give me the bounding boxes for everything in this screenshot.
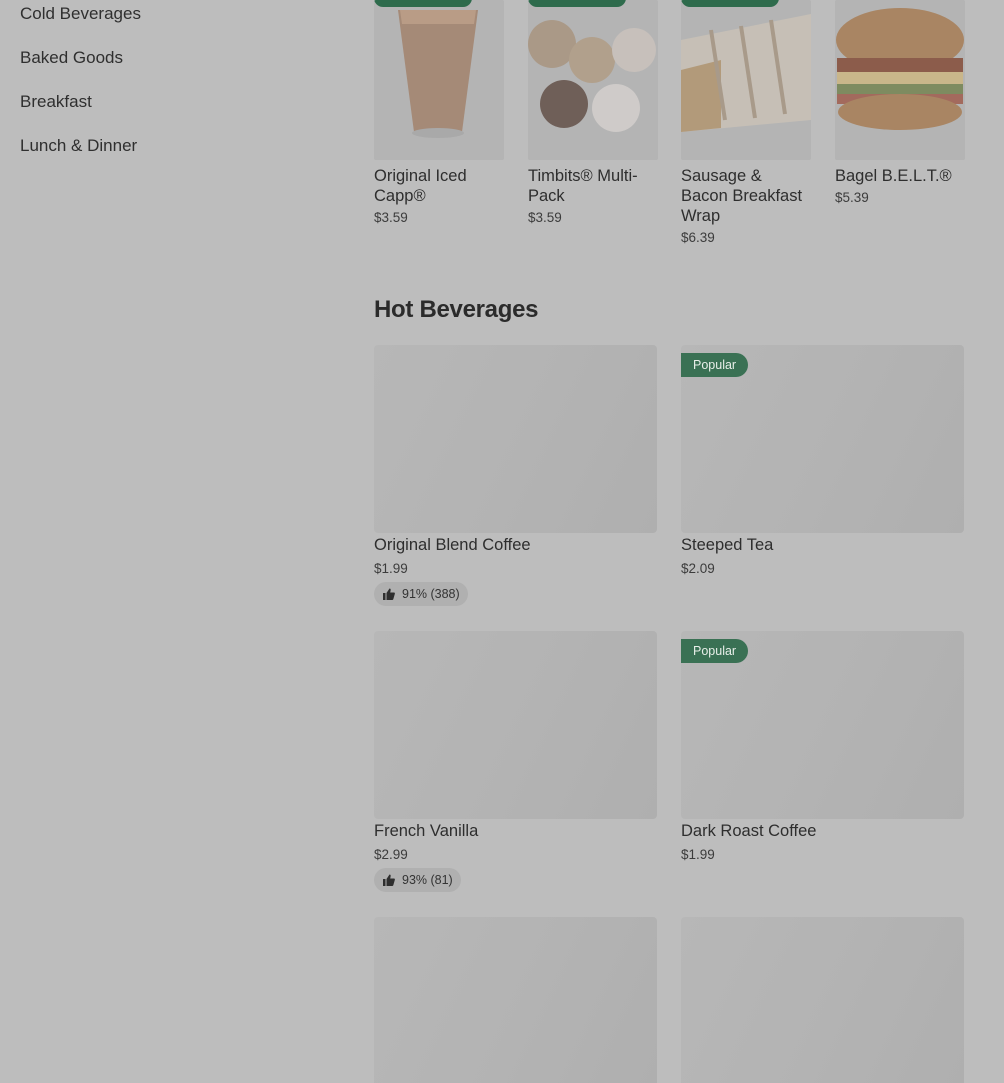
sidebar-item-breakfast[interactable]: Breakfast xyxy=(20,91,92,113)
featured-badge xyxy=(374,0,472,7)
rating-text: 93% (81) xyxy=(402,873,453,887)
rating-badge: 93% (81) xyxy=(374,868,461,892)
menu-item-price: $1.99 xyxy=(374,561,408,576)
section-title-hot-beverages: Hot Beverages xyxy=(374,296,539,323)
menu-item-name: Dark Roast Coffee xyxy=(681,822,817,840)
menu-item-image xyxy=(681,917,964,1083)
featured-item-price: $3.59 xyxy=(528,210,562,225)
featured-item-name: Timbits® Multi-Pack xyxy=(528,167,638,205)
featured-badge xyxy=(528,0,626,7)
menu-item-image xyxy=(374,631,657,819)
menu-item-name: Steeped Tea xyxy=(681,536,774,554)
sidebar-item-lunch-dinner[interactable]: Lunch & Dinner xyxy=(20,135,137,157)
menu-item-price: $2.99 xyxy=(374,847,408,862)
menu-item-price: $1.99 xyxy=(681,847,715,862)
timbits-image xyxy=(528,0,658,160)
menu-item-price: $2.09 xyxy=(681,561,715,576)
iced-capp-image xyxy=(374,0,504,160)
menu-item-image xyxy=(374,345,657,533)
menu-item-name: Original Blend Coffee xyxy=(374,536,531,554)
featured-item-price: $3.59 xyxy=(374,210,408,225)
featured-item-name: Original Iced Capp® xyxy=(374,167,467,205)
featured-badge xyxy=(681,0,779,7)
menu-item-name: French Vanilla xyxy=(374,822,479,840)
thumbs-up-icon xyxy=(382,587,396,601)
bagel-belt-image xyxy=(835,0,965,160)
thumbs-up-icon xyxy=(382,873,396,887)
featured-item-price: $5.39 xyxy=(835,190,869,205)
featured-item-name: Bagel B.E.L.T.® xyxy=(835,167,952,185)
sidebar-item-baked-goods[interactable]: Baked Goods xyxy=(20,47,123,69)
breakfast-wrap-image xyxy=(681,0,811,160)
featured-item-name: Sausage & Bacon Breakfast Wrap xyxy=(681,167,803,225)
menu-item-image xyxy=(374,917,657,1083)
sidebar-item-cold-beverages[interactable]: Cold Beverages xyxy=(20,3,141,25)
featured-item-price: $6.39 xyxy=(681,230,715,245)
rating-badge: 91% (388) xyxy=(374,582,468,606)
rating-text: 91% (388) xyxy=(402,587,460,601)
popular-badge: Popular xyxy=(681,353,749,377)
popular-badge: Popular xyxy=(681,639,749,663)
